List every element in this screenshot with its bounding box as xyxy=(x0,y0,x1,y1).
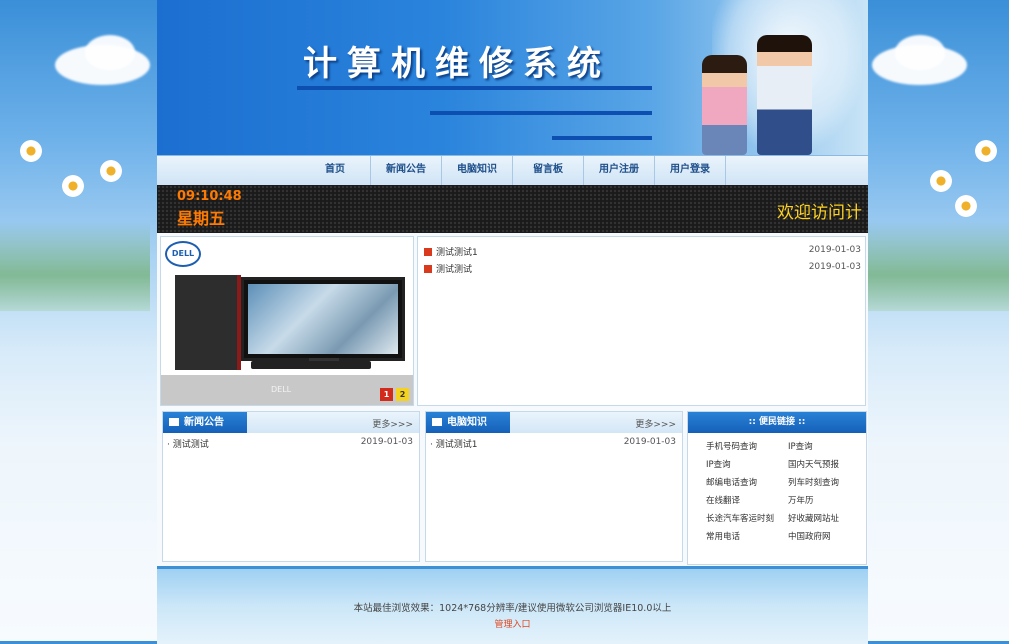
link-item[interactable]: 长途汽车客运时刻 xyxy=(706,512,774,524)
keyboard-image xyxy=(251,361,371,369)
admin-entry-link[interactable]: 管理入口 xyxy=(157,617,868,630)
link-item[interactable]: 常用电话 xyxy=(706,530,740,542)
links-box-title: :: 便民链接 :: xyxy=(688,412,866,433)
nav-knowledge[interactable]: 电脑知识 xyxy=(442,156,513,186)
link-item[interactable]: 手机号码查询 xyxy=(706,440,757,452)
item-date: 2019-01-03 xyxy=(360,437,413,447)
pc-tower-image xyxy=(175,275,241,370)
link-item[interactable]: 中国政府网 xyxy=(788,530,831,542)
slide-page-2[interactable]: 2 xyxy=(396,388,409,401)
knowledge-box-title: 电脑知识 xyxy=(447,417,487,428)
knowledge-box: 电脑知识 更多>>> · 测试测试1 2019-01-03 xyxy=(425,411,683,562)
news-title[interactable]: 测试测试1 xyxy=(436,248,478,258)
link-item[interactable]: 好收藏网站址 xyxy=(788,512,839,524)
item-title[interactable]: 测试测试1 xyxy=(436,440,478,450)
nav-home[interactable]: 首页 xyxy=(300,156,371,186)
header-banner: 计算机维修系统 xyxy=(157,0,868,155)
news-more-link[interactable]: 更多>>> xyxy=(372,417,413,430)
nav-register[interactable]: 用户注册 xyxy=(584,156,655,186)
nav-login[interactable]: 用户登录 xyxy=(655,156,726,186)
welcome-marquee: 欢迎访问计 xyxy=(777,203,862,223)
news-box-tab: 新闻公告 xyxy=(163,412,247,433)
item-date: 2019-01-03 xyxy=(623,437,676,447)
main-navigation: 首页 新闻公告 电脑知识 留言板 用户注册 用户登录 xyxy=(157,155,868,186)
knowledge-box-tab: 电脑知识 xyxy=(426,412,510,433)
banner-line xyxy=(552,136,652,140)
link-item[interactable]: 邮编电话查询 xyxy=(706,476,757,488)
news-icon xyxy=(424,248,432,256)
slide-caption: DELL xyxy=(271,385,292,394)
site-title: 计算机维修系统 xyxy=(303,44,611,84)
link-item[interactable]: 在线翻译 xyxy=(706,494,740,506)
knowledge-box-header: 电脑知识 更多>>> xyxy=(426,412,682,433)
item-title[interactable]: 测试测试 xyxy=(173,440,209,450)
nav-news[interactable]: 新闻公告 xyxy=(371,156,442,186)
knowledge-more-link[interactable]: 更多>>> xyxy=(635,417,676,430)
students-photo xyxy=(702,55,747,155)
clock-weekday: 星期五 xyxy=(177,209,226,228)
convenience-links-box: :: 便民链接 :: 手机号码查询 IP查询 邮编电话查询 在线翻译 长途汽车客… xyxy=(687,411,867,565)
top-news-list: 测试测试1 2019-01-03 测试测试 2019-01-03 xyxy=(417,236,866,406)
news-icon xyxy=(424,265,432,273)
link-item[interactable]: 国内天气预报 xyxy=(788,458,839,470)
list-item[interactable]: · 测试测试 2019-01-03 xyxy=(167,437,413,450)
led-clock-bar: 09:10:48 星期五 欢迎访问计 xyxy=(157,185,868,233)
slide-page-1[interactable]: 1 xyxy=(380,388,393,401)
news-date: 2019-01-03 xyxy=(808,245,861,255)
nav-guestbook[interactable]: 留言板 xyxy=(513,156,584,186)
news-box: 新闻公告 更多>>> · 测试测试 2019-01-03 xyxy=(162,411,420,562)
dell-logo: DELL xyxy=(165,241,201,267)
clock-time: 09:10:48 xyxy=(177,189,242,204)
monitor-image xyxy=(241,277,405,361)
news-box-title: 新闻公告 xyxy=(184,417,224,428)
image-slider[interactable]: DELL DELL 1 2 xyxy=(160,236,414,406)
banner-line xyxy=(430,111,652,115)
link-item[interactable]: IP查询 xyxy=(788,440,813,452)
students-photo xyxy=(757,35,812,155)
link-item[interactable]: 列车时刻查询 xyxy=(788,476,839,488)
list-item[interactable]: · 测试测试1 2019-01-03 xyxy=(430,437,676,450)
footer: 本站最佳浏览效果：1024*768分辨率/建议使用微软公司浏览器IE10.0以上… xyxy=(157,566,868,644)
banner-line xyxy=(297,86,652,90)
news-title[interactable]: 测试测试 xyxy=(436,265,472,275)
list-item[interactable]: 测试测试1 2019-01-03 xyxy=(424,245,861,259)
browser-notice: 本站最佳浏览效果：1024*768分辨率/建议使用微软公司浏览器IE10.0以上 xyxy=(353,603,672,614)
book-icon xyxy=(169,418,179,426)
list-item[interactable]: 测试测试 2019-01-03 xyxy=(424,262,861,276)
book-icon xyxy=(432,418,442,426)
link-item[interactable]: 万年历 xyxy=(788,494,814,506)
news-box-header: 新闻公告 更多>>> xyxy=(163,412,419,433)
news-date: 2019-01-03 xyxy=(808,262,861,272)
main-container: 计算机维修系统 首页 新闻公告 电脑知识 留言板 用户注册 用户登录 09:10… xyxy=(157,0,868,644)
link-item[interactable]: IP查询 xyxy=(706,458,731,470)
slide-caption-bar: DELL xyxy=(161,375,413,405)
